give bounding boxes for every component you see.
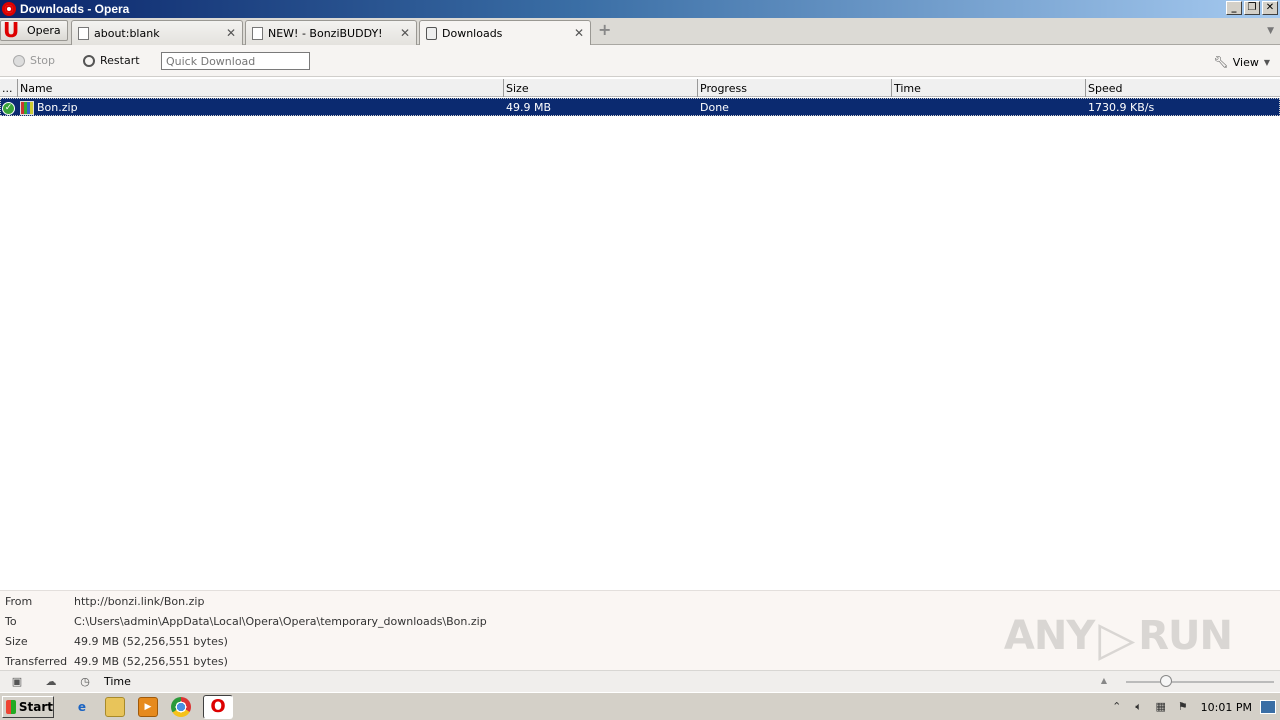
window-titlebar: Downloads - Opera _ ❐ ✕ xyxy=(0,0,1280,18)
media-player-icon[interactable]: ▶ xyxy=(138,696,158,717)
name-cell: Bon.zip xyxy=(18,99,504,115)
tab-bonzibuddy[interactable]: NEW! - BonziBUDDY! ✕ xyxy=(245,20,417,45)
stop-label: Stop xyxy=(30,54,56,67)
tab-label: about:blank xyxy=(94,26,160,40)
network-icon[interactable]: ▦ xyxy=(1153,699,1169,715)
restart-icon xyxy=(83,54,95,67)
downloads-toolbar: Stop Restart 🔧︎ View ▼ xyxy=(0,45,1280,77)
start-label: Start xyxy=(18,699,53,714)
download-row[interactable]: ✓ Bon.zip 49.9 MB Done 1730.9 KB/s xyxy=(0,98,1280,116)
action-center-flag-icon[interactable]: ⚑ xyxy=(1175,699,1191,715)
system-tray: ⌃ 🔈︎ ▦ ⚑ 10:01 PM xyxy=(1103,693,1280,720)
downloads-list-header: ... Name Size Progress Time Speed xyxy=(0,79,1280,97)
view-button[interactable]: 🔧︎ View ▼ xyxy=(1214,55,1271,69)
status-cell: ✓ xyxy=(1,99,18,115)
new-tab-icon[interactable]: + xyxy=(598,22,612,38)
restart-label: Restart xyxy=(100,54,140,67)
progress-cell: Done xyxy=(700,101,729,114)
volume-icon[interactable]: 🔈︎ xyxy=(1131,699,1147,715)
zoom-up-icon[interactable]: ▲ xyxy=(1101,676,1107,685)
tab-about-blank[interactable]: about:blank ✕ xyxy=(71,20,243,45)
start-button[interactable]: Start xyxy=(2,695,54,718)
tray-expand-icon[interactable]: ⌃ xyxy=(1109,699,1125,715)
chrome-icon[interactable] xyxy=(171,696,191,717)
download-details-pane: From http://bonzi.link/Bon.zip To C:\Use… xyxy=(0,590,1280,670)
zip-file-icon xyxy=(20,100,34,115)
play-icon: ▷ xyxy=(1098,611,1135,667)
page-icon xyxy=(78,26,89,40)
zoom-slider[interactable] xyxy=(1126,681,1274,683)
stop-icon xyxy=(13,54,25,67)
quick-download-input[interactable] xyxy=(161,52,310,70)
opera-menu-button[interactable]: U Opera xyxy=(0,20,68,41)
windows-logo-icon xyxy=(6,699,16,714)
tab-close-icon[interactable]: ✕ xyxy=(400,26,410,40)
clock-icon[interactable]: ◷ xyxy=(78,675,92,688)
detail-from: From http://bonzi.link/Bon.zip xyxy=(0,595,204,615)
tab-downloads[interactable]: Downloads ✕ xyxy=(419,20,591,46)
column-header-progress[interactable]: Progress xyxy=(698,79,892,97)
tab-close-icon[interactable]: ✕ xyxy=(226,26,236,40)
tab-bar: U Opera about:blank ✕ NEW! - BonziBUDDY!… xyxy=(0,18,1280,46)
view-label: View xyxy=(1232,55,1259,69)
opera-menu-label: Opera xyxy=(27,24,61,37)
show-desktop-button[interactable] xyxy=(1260,700,1276,714)
taskbar-clock[interactable]: 10:01 PM xyxy=(1201,701,1252,714)
chevron-down-icon: ▼ xyxy=(1263,57,1270,67)
close-button[interactable]: ✕ xyxy=(1262,1,1278,15)
file-explorer-icon[interactable] xyxy=(105,696,125,717)
column-header-status[interactable]: ... xyxy=(0,79,18,97)
windows-taskbar: Start e ▶ O ⌃ 🔈︎ ▦ ⚑ 10:01 PM xyxy=(0,692,1280,720)
zoom-slider-knob[interactable] xyxy=(1160,675,1172,687)
file-name: Bon.zip xyxy=(37,101,78,114)
minimize-button[interactable]: _ xyxy=(1226,1,1242,15)
wrench-icon: 🔧︎ xyxy=(1213,55,1229,69)
restart-button[interactable]: Restart xyxy=(83,54,140,67)
window-title: Downloads - Opera xyxy=(20,2,130,16)
panel-toggle-icon[interactable]: ▣ xyxy=(10,675,24,688)
time-cell xyxy=(892,99,1086,115)
opera-taskbar-icon[interactable]: O xyxy=(203,694,233,719)
column-header-time[interactable]: Time xyxy=(892,79,1086,97)
column-header-speed[interactable]: Speed xyxy=(1086,79,1280,97)
restore-button[interactable]: ❐ xyxy=(1244,1,1260,15)
speed-cell: 1730.9 KB/s xyxy=(1088,101,1155,114)
tab-label: NEW! - BonziBUDDY! xyxy=(268,26,383,40)
cloud-icon[interactable]: ☁ xyxy=(44,675,58,688)
size-cell: 49.9 MB xyxy=(506,101,552,114)
page-icon xyxy=(252,26,263,40)
tab-menu-chevron-icon[interactable]: ▼ xyxy=(1267,26,1274,36)
time-label[interactable]: Time xyxy=(104,675,131,688)
internet-explorer-icon[interactable]: e xyxy=(72,697,92,717)
detail-size: Size 49.9 MB (52,256,551 bytes) xyxy=(5,635,228,648)
status-bar: ▣ ☁ ◷ Time ▲ xyxy=(0,670,1280,692)
checkmark-icon: ✓ xyxy=(2,102,15,115)
from-url[interactable]: http://bonzi.link/Bon.zip xyxy=(74,595,204,615)
opera-icon xyxy=(2,2,16,16)
downloads-icon xyxy=(426,27,437,40)
anyrun-watermark: ANY▷ RUN xyxy=(1003,611,1233,667)
detail-to: To C:\Users\admin\AppData\Local\Opera\Op… xyxy=(0,615,487,635)
tab-label: Downloads xyxy=(442,27,503,40)
tab-close-icon[interactable]: ✕ xyxy=(574,26,584,40)
to-path[interactable]: C:\Users\admin\AppData\Local\Opera\Opera… xyxy=(74,615,487,635)
opera-logo-icon: U xyxy=(3,17,20,42)
column-header-size[interactable]: Size xyxy=(504,79,698,97)
stop-button[interactable]: Stop xyxy=(13,54,55,67)
column-header-name[interactable]: Name xyxy=(18,79,504,97)
